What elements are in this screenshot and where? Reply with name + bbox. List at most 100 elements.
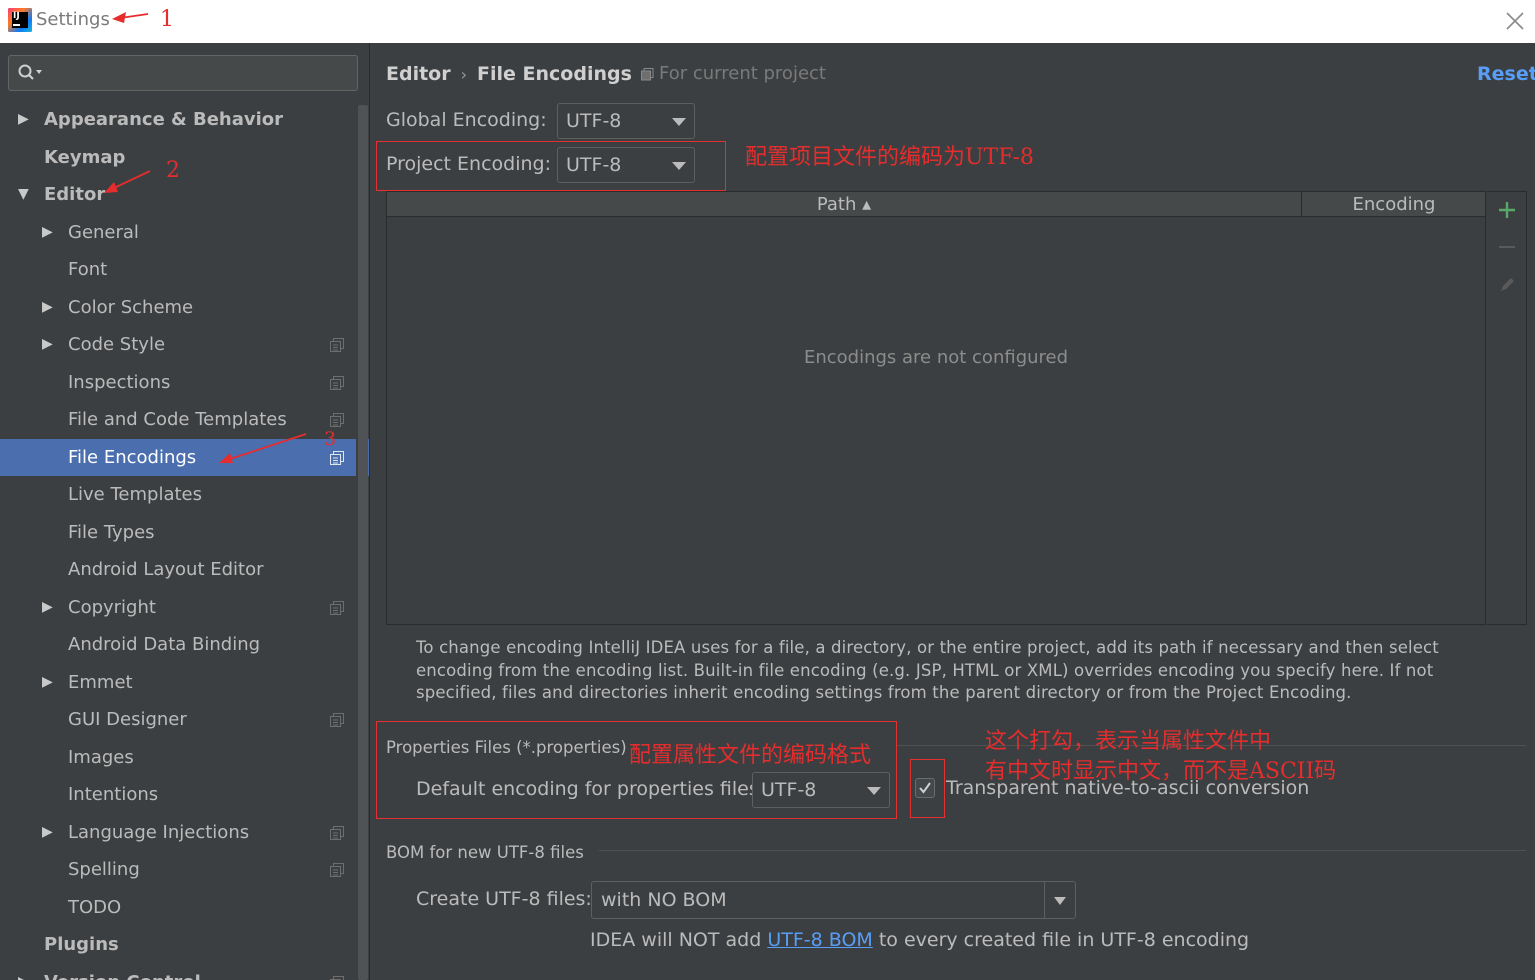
table-toolbar — [1487, 191, 1527, 625]
annotation-checkbox-line1: 这个打勾，表示当属性文件中 — [985, 729, 1272, 754]
sidebar-item-label: File and Code Templates — [68, 409, 287, 430]
sidebar-item-file-and-code-templates[interactable]: File and Code Templates — [0, 401, 355, 439]
sidebar-item-label: Android Data Binding — [68, 634, 261, 655]
add-icon[interactable] — [1496, 199, 1518, 221]
sidebar-item-label: Copyright — [68, 596, 156, 618]
settings-search-input[interactable] — [8, 55, 358, 91]
breadcrumb-file-encodings: File Encodings — [477, 63, 632, 85]
close-icon[interactable] — [1504, 10, 1526, 32]
chevron-down-icon — [672, 118, 686, 126]
sidebar-item-color-scheme[interactable]: ▶ Color Scheme — [0, 289, 355, 327]
annotation-number-1: 1 — [160, 7, 174, 32]
create-utf8-select[interactable]: with NO BOM — [591, 881, 1076, 919]
collapsed-arrow-icon[interactable]: ▶ — [18, 964, 32, 980]
collapsed-arrow-icon[interactable]: ▶ — [42, 589, 56, 627]
intellij-logo-icon: IJ — [8, 8, 32, 32]
sidebar-item-label: GUI Designer — [68, 709, 187, 730]
annotation-project-encoding: 配置项目文件的编码为UTF-8 — [745, 145, 1034, 170]
sidebar-item-label: Version Control — [44, 964, 201, 980]
create-utf8-label: Create UTF-8 files: — [416, 888, 592, 910]
sidebar-item-appearance-behavior[interactable]: ▶ Appearance & Behavior — [0, 101, 355, 139]
sidebar-item-font[interactable]: Font — [0, 251, 355, 289]
project-level-icon — [330, 825, 344, 840]
project-level-icon — [330, 600, 344, 615]
settings-sidebar: ▶ Appearance & Behavior Keymap ▼ Editor ▶ Gene… — [0, 43, 370, 980]
dropdown-button[interactable] — [1044, 882, 1075, 918]
sidebar-item-plugins[interactable]: Plugins — [0, 926, 355, 964]
reset-link[interactable]: Reset — [1477, 63, 1535, 85]
collapsed-arrow-icon[interactable]: ▶ — [18, 101, 32, 139]
sidebar-item-android-data-binding[interactable]: Android Data Binding — [0, 626, 355, 664]
sidebar-item-intentions[interactable]: Intentions — [0, 776, 355, 814]
sidebar-item-language-injections[interactable]: ▶ Language Injections — [0, 814, 355, 852]
sidebar-item-live-templates[interactable]: Live Templates — [0, 476, 355, 514]
project-level-icon — [330, 975, 344, 980]
sidebar-item-label: Font — [68, 259, 108, 280]
global-encoding-label: Global Encoding: — [386, 109, 547, 131]
path-encoding-table[interactable]: Path ▴ Encoding Encodings are not config… — [386, 191, 1486, 625]
sidebar-item-gui-designer[interactable]: GUI Designer — [0, 701, 355, 739]
annotation-number-3: 3 — [324, 428, 337, 450]
collapsed-arrow-icon[interactable]: ▶ — [42, 289, 56, 327]
sidebar-item-label: Android Layout Editor — [68, 559, 264, 580]
collapsed-arrow-icon[interactable]: ▶ — [42, 326, 56, 364]
sidebar-item-label: Keymap — [44, 146, 126, 168]
sidebar-item-emmet[interactable]: ▶ Emmet — [0, 664, 355, 702]
sidebar-item-general[interactable]: ▶ General — [0, 214, 355, 252]
sidebar-item-label: Code Style — [68, 334, 166, 355]
annotation-box-properties — [376, 721, 897, 819]
annotation-box-project-encoding — [376, 141, 726, 191]
sidebar-item-label: Color Scheme — [68, 296, 194, 318]
annotation-box-checkbox — [910, 759, 945, 818]
project-scope-icon — [641, 68, 654, 81]
sidebar-item-file-types[interactable]: File Types — [0, 514, 355, 552]
window-title: Settings — [36, 9, 110, 30]
utf8-bom-link[interactable]: UTF-8 BOM — [767, 929, 872, 951]
edit-pencil-icon[interactable] — [1496, 274, 1518, 296]
global-encoding-select[interactable]: UTF-8 — [557, 103, 695, 139]
search-icon[interactable] — [17, 63, 47, 83]
global-encoding-value: UTF-8 — [566, 110, 622, 132]
column-path[interactable]: Path ▴ — [387, 192, 1302, 217]
sidebar-item-spelling[interactable]: Spelling — [0, 851, 355, 889]
bom-divider — [599, 850, 1526, 851]
sidebar-item-copyright[interactable]: ▶ Copyright — [0, 589, 355, 627]
project-level-icon — [330, 713, 344, 727]
sidebar-item-inspections[interactable]: Inspections — [0, 364, 355, 402]
sidebar-item-label: Appearance & Behavior — [44, 109, 284, 130]
project-level-icon — [330, 375, 344, 390]
sidebar-item-version-control[interactable]: ▶ Version Control — [0, 964, 355, 980]
sidebar-item-code-style[interactable]: ▶ Code Style — [0, 326, 355, 364]
sidebar-scrollbar-thumb[interactable] — [358, 105, 368, 980]
chevron-down-icon — [1054, 897, 1066, 905]
annotation-properties-encoding: 配置属性文件的编码格式 — [629, 743, 872, 768]
table-header: Path ▴ Encoding — [387, 192, 1485, 217]
bom-note-suffix: to every created file in UTF-8 encoding — [872, 929, 1250, 951]
project-level-icon — [330, 863, 344, 877]
breadcrumb: Editor › File Encodings — [386, 63, 632, 85]
bom-note-prefix: IDEA will NOT add — [590, 929, 768, 951]
project-level-icon — [330, 450, 344, 465]
sidebar-item-android-layout-editor[interactable]: Android Layout Editor — [0, 551, 355, 589]
settings-tree: ▶ Appearance & Behavior Keymap ▼ Editor ▶ Gene… — [0, 101, 369, 980]
breadcrumb-editor: Editor — [386, 63, 451, 85]
collapsed-arrow-icon[interactable]: ▶ — [42, 664, 56, 702]
remove-icon[interactable] — [1496, 236, 1518, 258]
scope-label: For current project — [659, 63, 826, 84]
expanded-arrow-icon[interactable]: ▼ — [18, 176, 32, 214]
collapsed-arrow-icon[interactable]: ▶ — [42, 814, 56, 852]
sidebar-item-todo[interactable]: TODO — [0, 889, 355, 927]
sidebar-item-images[interactable]: Images — [0, 739, 355, 777]
sidebar-item-label: Inspections — [68, 371, 171, 393]
breadcrumb-separator: › — [460, 65, 468, 84]
bom-section-title: BOM for new UTF-8 files — [386, 843, 584, 862]
sidebar-item-file-encodings[interactable]: File Encodings — [0, 438, 369, 476]
sidebar-item-label: File Types — [68, 521, 155, 543]
sidebar-item-label: File Encodings — [68, 446, 197, 468]
bom-note: IDEA will NOT add UTF-8 BOM to every cre… — [590, 929, 1249, 951]
column-encoding[interactable]: Encoding — [1303, 192, 1485, 217]
sidebar-item-label: Language Injections — [68, 821, 250, 843]
table-empty-text: Encodings are not configured — [803, 347, 1069, 368]
annotation-checkbox-line2: 有中文时显示中文，而不是ASCII码 — [985, 759, 1337, 784]
collapsed-arrow-icon[interactable]: ▶ — [42, 214, 56, 252]
